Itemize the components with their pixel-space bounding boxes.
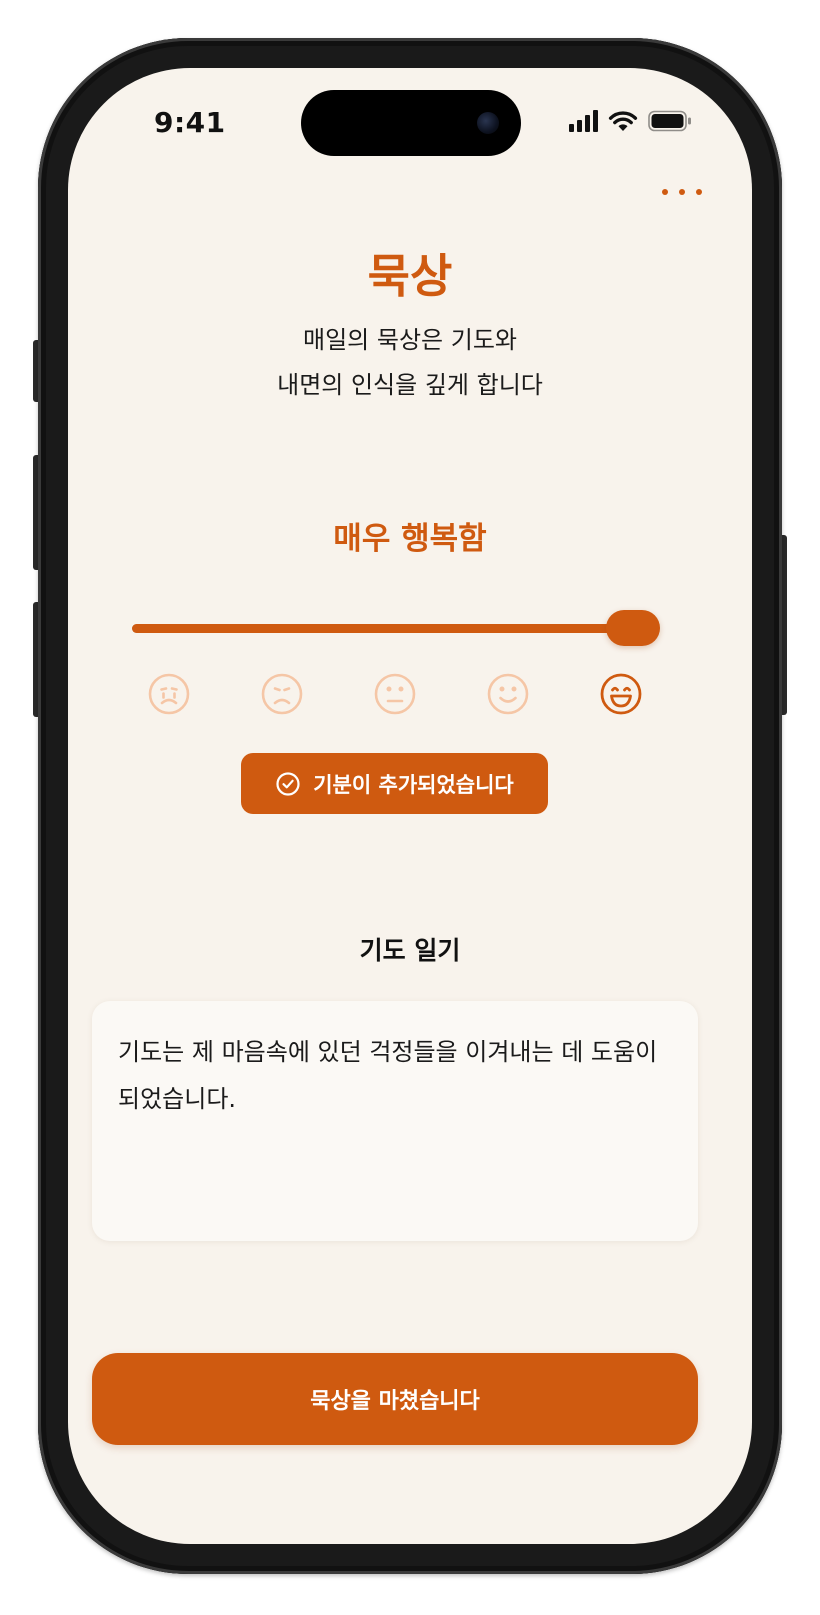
crying-face-icon[interactable]: [147, 672, 191, 716]
more-options-icon[interactable]: [662, 180, 702, 204]
subtitle-line-2: 내면의 인식을 깊게 합니다: [277, 371, 543, 399]
mood-label: 매우 행복함: [333, 521, 487, 557]
prayer-journal-input[interactable]: 기도는 제 마음속에 있던 걱정들을 이겨내는 데 도움이 되었습니다.: [92, 1001, 698, 1241]
status-icons: [569, 110, 692, 132]
neutral-face-icon[interactable]: [373, 672, 417, 716]
mood-slider[interactable]: [132, 608, 660, 648]
check-circle-icon: [276, 771, 300, 796]
mood-face-row: [130, 672, 690, 716]
dynamic-island: [301, 90, 521, 156]
phone-screen: 9:41 묵상 매일의 묵상은 기도와 내면의 인식을 깊게 합니다 매우 행복…: [68, 68, 752, 1544]
slider-fill: [132, 624, 633, 633]
camera-icon: [477, 112, 499, 134]
journal-text: 기도는 제 마음속에 있던 걱정들을 이겨내는 데 도움이 되었습니다.: [118, 1038, 658, 1113]
slider-thumb[interactable]: [606, 610, 660, 646]
page-subtitle: 매일의 묵상은 기도와 내면의 인식을 깊게 합니다: [68, 318, 752, 408]
battery-icon: [648, 110, 691, 132]
subtitle-line-1: 매일의 묵상은 기도와: [303, 326, 517, 354]
smile-face-icon[interactable]: [486, 672, 530, 716]
finish-meditation-button[interactable]: 묵상을 마쳤습니다: [92, 1353, 698, 1445]
mood-added-label: 기분이 추가되었습니다: [313, 772, 514, 797]
mood-added-button[interactable]: 기분이 추가되었습니다: [241, 753, 548, 814]
page-title: 묵상: [367, 249, 453, 303]
grin-face-icon[interactable]: [599, 672, 643, 716]
wifi-icon: [608, 111, 638, 131]
status-time: 9:41: [154, 106, 226, 139]
journal-title: 기도 일기: [359, 936, 461, 965]
sad-face-icon[interactable]: [260, 672, 304, 716]
cellular-signal-icon: [569, 110, 598, 132]
